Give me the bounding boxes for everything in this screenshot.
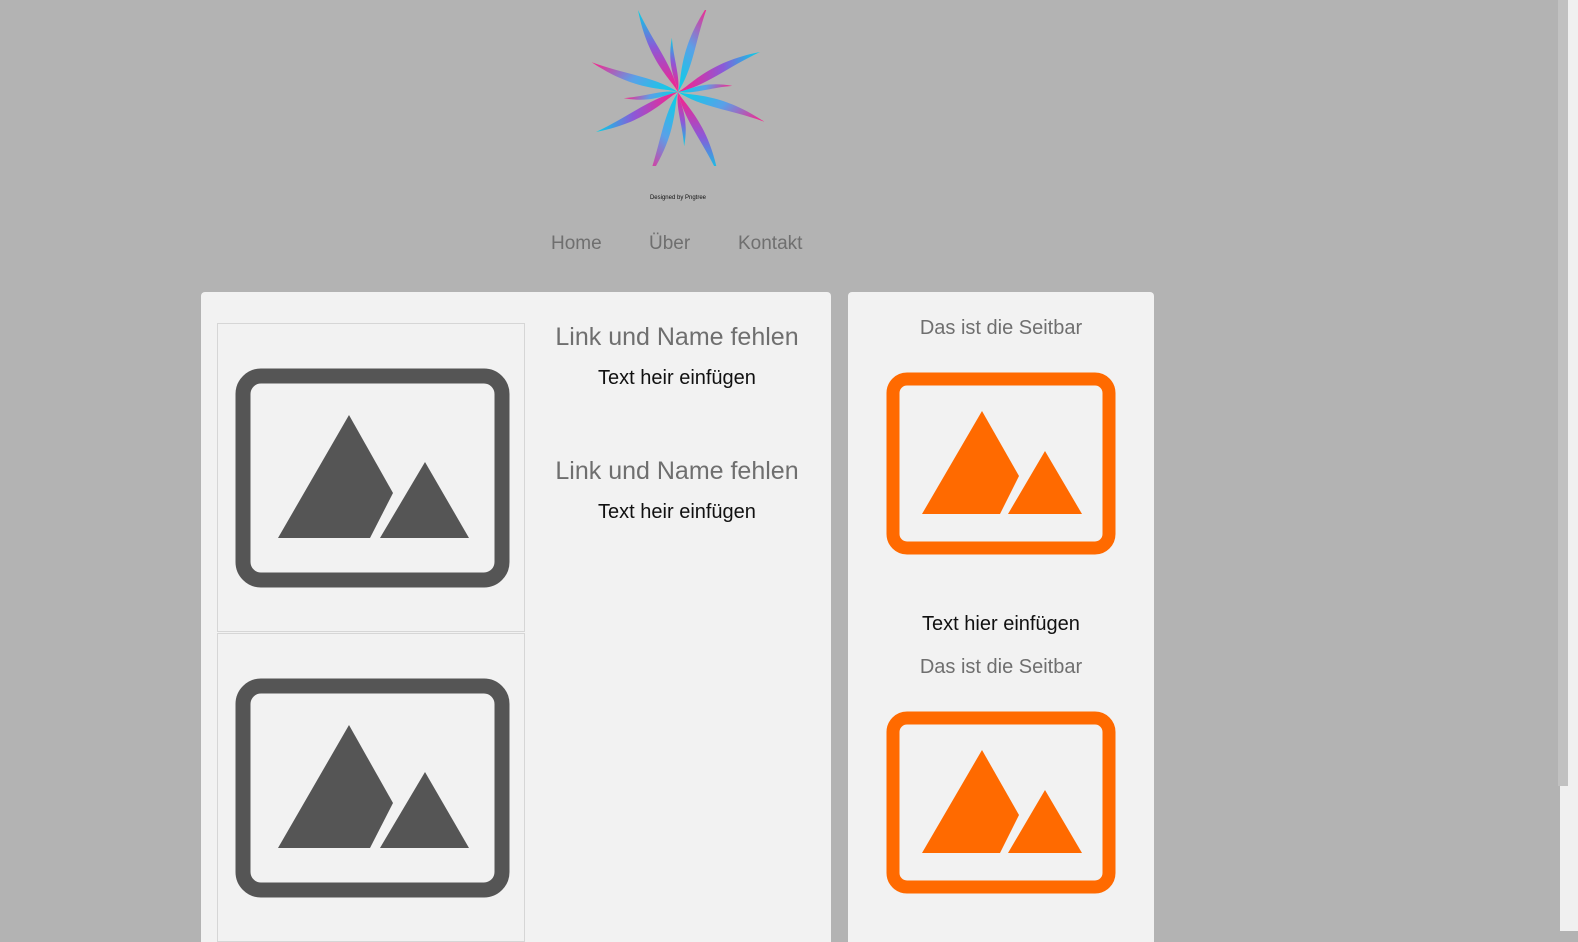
article-item: Link und Name fehlen Text heir einfügen: [531, 456, 823, 524]
logo: [588, 5, 765, 179]
main-nav: Home Über Kontakt: [0, 233, 1560, 259]
article-title-link[interactable]: Link und Name fehlen: [531, 456, 823, 486]
image-placeholder-icon: [235, 368, 510, 588]
nav-about[interactable]: Über: [649, 233, 690, 255]
sidebar-title: Das ist die Seitbar: [919, 317, 1083, 339]
sidebar-text: Text hier einfügen: [922, 613, 1080, 635]
article-text: Text heir einfügen: [598, 367, 756, 389]
sidebar-title: Das ist die Seitbar: [919, 656, 1083, 678]
article-thumbnail[interactable]: [217, 323, 525, 632]
flower-logo-icon: [591, 5, 765, 179]
sidebar: Das ist die Seitbar Text hier einfügen D…: [848, 292, 1154, 942]
article-text: Text heir einfügen: [598, 501, 756, 523]
designer-credit: Designed by Pngtree: [649, 195, 707, 201]
image-placeholder-icon: [886, 711, 1116, 894]
article-thumbnail[interactable]: [217, 633, 525, 942]
main-content: Link und Name fehlen Text heir einfügen …: [201, 292, 831, 942]
image-placeholder-icon: [886, 372, 1116, 555]
nav-home[interactable]: Home: [551, 233, 602, 255]
scrollbar-thumb[interactable]: [1558, 0, 1568, 786]
image-placeholder-icon: [235, 678, 510, 898]
article-item: Link und Name fehlen Text heir einfügen: [531, 322, 823, 390]
article-title-link[interactable]: Link und Name fehlen: [531, 322, 823, 352]
nav-contact[interactable]: Kontakt: [738, 233, 802, 255]
